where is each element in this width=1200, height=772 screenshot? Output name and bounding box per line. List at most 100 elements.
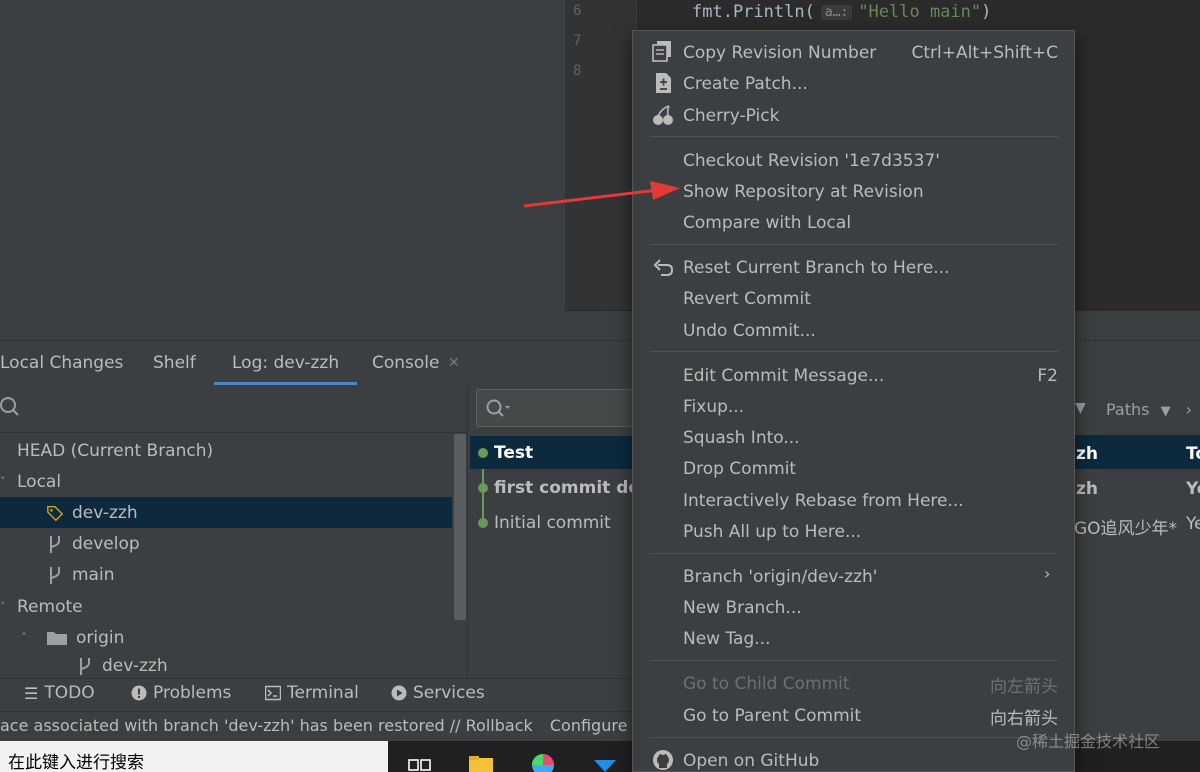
editor-gutter: 6 7 8	[565, 0, 637, 310]
menu-go-parent[interactable]: Go to Parent Commit	[683, 702, 861, 730]
commit-node	[478, 517, 488, 528]
branch-icon	[80, 657, 90, 675]
menu-new-tag[interactable]: New Tag...	[683, 625, 770, 653]
tool-problems[interactable]: Problems	[131, 683, 231, 703]
divider	[0, 432, 468, 433]
info-icon	[131, 685, 147, 701]
menu-open-github[interactable]: Open on GitHub	[683, 747, 819, 772]
tree-item-local[interactable]: ˅ Local	[0, 466, 452, 497]
scrollbar[interactable]	[454, 434, 466, 620]
tree-item-remote[interactable]: ˅ Remote	[0, 591, 452, 622]
commit-node	[478, 447, 488, 458]
tree-item-head[interactable]: HEAD (Current Branch)	[0, 435, 452, 466]
menu-squash[interactable]: Squash Into...	[683, 424, 800, 452]
task-view-icon[interactable]	[408, 752, 434, 772]
commit-message: Initial commit	[494, 512, 611, 533]
menu-drop-commit[interactable]: Drop Commit	[683, 455, 796, 483]
chevron-down-icon[interactable]: ˅	[0, 600, 17, 613]
code-line[interactable]: fmt.Println( a…: "Hello main" )	[692, 0, 991, 24]
menu-cherry-pick[interactable]: Cherry-Pick	[683, 102, 779, 130]
terminal-icon	[265, 685, 281, 701]
copy-icon	[652, 41, 671, 62]
commit-row[interactable]: Test	[470, 436, 632, 469]
menu-new-branch[interactable]: New Branch...	[683, 594, 802, 622]
commit-search-input[interactable]	[476, 389, 638, 427]
commit-row[interactable]: Initial commit	[470, 506, 632, 539]
code-call: fmt.Println(	[692, 2, 815, 22]
chevron-right-icon: ›	[1044, 564, 1051, 583]
menu-edit-message[interactable]: Edit Commit Message...	[683, 362, 884, 390]
list-icon: ☰	[24, 683, 39, 703]
annotation-arrow-icon	[523, 181, 680, 208]
chevron-down-icon[interactable]: ▼	[1075, 400, 1086, 416]
tool-label: Terminal	[287, 683, 359, 703]
menu-checkout-revision[interactable]: Checkout Revision '1e7d3537'	[683, 147, 940, 175]
commit-date: To	[1186, 444, 1200, 464]
line-number: 7	[573, 33, 582, 49]
menu-push-all[interactable]: Push All up to Here...	[683, 518, 861, 546]
configure-link[interactable]: Configure	[550, 716, 628, 735]
menu-show-repository[interactable]: Show Repository at Revision	[683, 178, 924, 206]
file-explorer-icon[interactable]	[468, 752, 494, 772]
tool-todo[interactable]: ☰ TODO	[24, 683, 95, 703]
commit-row[interactable]: first commit dev	[470, 471, 632, 504]
undo-icon	[653, 259, 674, 276]
tree-item-label: HEAD (Current Branch)	[17, 440, 214, 461]
tree-item-label: main	[72, 564, 115, 585]
menu-reset-branch[interactable]: Reset Current Branch to Here...	[683, 254, 950, 282]
commit-author: zh	[1076, 444, 1098, 464]
menu-separator	[650, 136, 1058, 137]
tab-shelf[interactable]: Shelf	[153, 353, 196, 373]
tab-local-changes[interactable]: Local Changes	[0, 353, 123, 373]
menu-revert-commit[interactable]: Revert Commit	[683, 285, 811, 313]
tree-item-label: Local	[17, 471, 62, 492]
chevron-down-icon[interactable]: ˅	[14, 631, 34, 644]
tree-item-branch-develop[interactable]: develop	[0, 528, 452, 559]
chevron-right-icon: ›	[1185, 400, 1193, 419]
menu-fixup[interactable]: Fixup...	[683, 393, 744, 421]
menu-separator	[650, 737, 1058, 738]
tree-item-origin[interactable]: ˅ origin	[0, 622, 452, 653]
menu-go-child[interactable]: Go to Child Commit	[683, 670, 850, 698]
tree-item-branch-dev-zzh[interactable]: dev-zzh	[0, 497, 452, 528]
menu-separator	[650, 660, 1058, 661]
paths-filter[interactable]: Paths ▼ ›	[1106, 400, 1192, 419]
menu-compare-local[interactable]: Compare with Local	[683, 209, 851, 237]
tree-item-remote-dev-zzh[interactable]: dev-zzh	[0, 653, 452, 678]
watermark: @稀土掘金技术社区	[1016, 732, 1161, 751]
branch-icon	[50, 535, 60, 553]
taskbar-search-input[interactable]: 在此键入进行搜索	[0, 741, 388, 772]
tab-console[interactable]: Console	[372, 353, 440, 373]
tree-item-branch-main[interactable]: main	[0, 559, 452, 590]
cherry-icon	[653, 105, 673, 125]
menu-branch-submenu[interactable]: Branch 'origin/dev-zzh'	[683, 563, 877, 591]
menu-rebase[interactable]: Interactively Rebase from Here...	[683, 487, 964, 515]
github-icon	[653, 750, 673, 770]
search-icon	[486, 399, 510, 417]
branch-icon	[50, 566, 60, 584]
menu-separator	[650, 553, 1058, 554]
tree-item-label: dev-zzh	[72, 502, 138, 523]
search-icon[interactable]	[0, 392, 30, 422]
commit-node	[478, 482, 488, 493]
browser-icon[interactable]	[530, 752, 556, 772]
tree-item-label: origin	[76, 627, 125, 648]
tab-log[interactable]: Log: dev-zzh	[213, 353, 358, 385]
tree-item-label: Remote	[17, 596, 83, 617]
tool-services[interactable]: Services	[391, 683, 485, 703]
menu-separator	[650, 351, 1058, 352]
tool-label: Problems	[153, 683, 232, 703]
tool-terminal[interactable]: Terminal	[265, 683, 359, 703]
menu-copy-revision[interactable]: Copy Revision Number	[683, 39, 876, 67]
close-icon[interactable]: ✕	[448, 355, 460, 371]
chevron-down-icon[interactable]: ˅	[0, 475, 17, 488]
jetbrains-icon[interactable]	[592, 752, 618, 772]
commit-message: first commit dev	[494, 477, 632, 498]
menu-undo-commit[interactable]: Undo Commit...	[683, 317, 816, 345]
tool-label: TODO	[44, 683, 95, 703]
menu-shortcut: 向左箭头	[990, 676, 1058, 697]
menu-shortcut: F2	[1037, 366, 1058, 386]
commit-date: Ye	[1186, 479, 1200, 499]
menu-create-patch[interactable]: Create Patch...	[683, 70, 808, 98]
chevron-down-icon: ▼	[1160, 404, 1171, 419]
